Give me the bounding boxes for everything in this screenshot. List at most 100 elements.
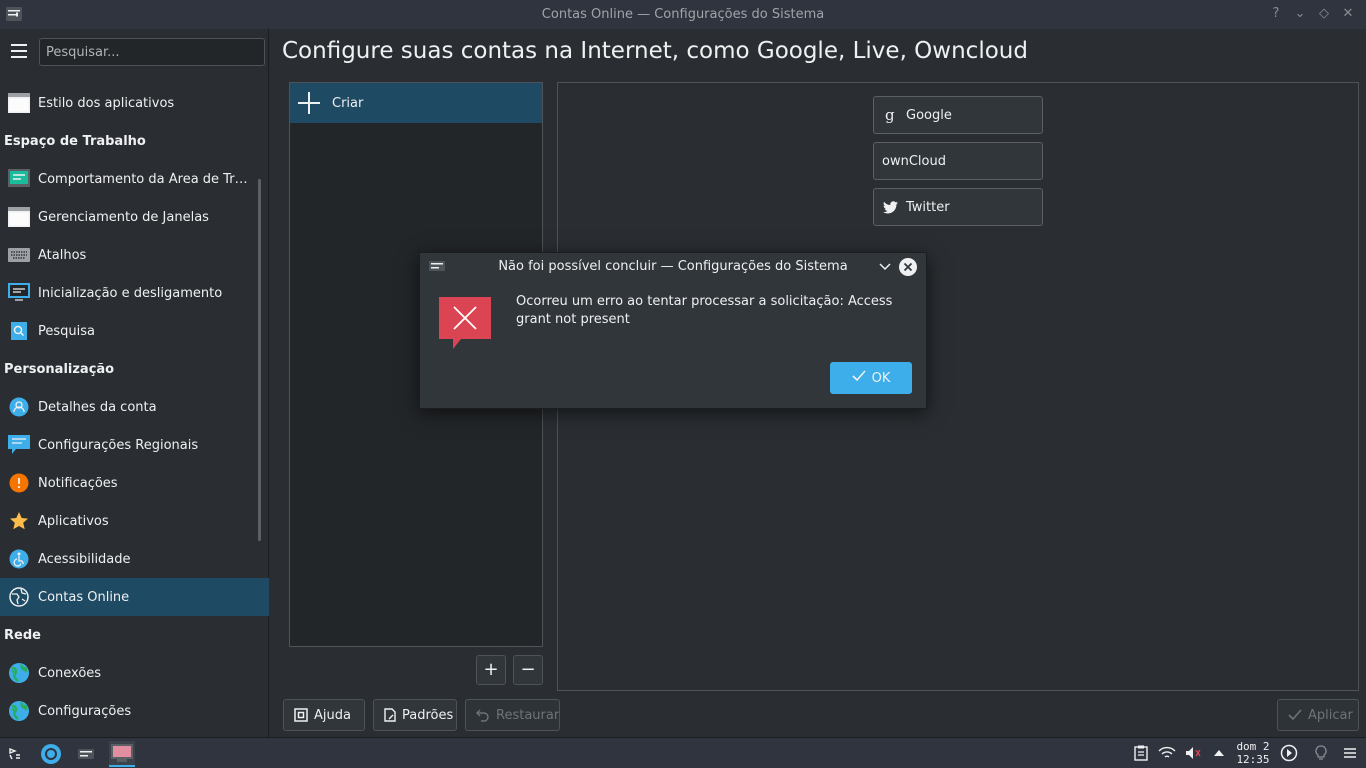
google-icon: g: [882, 107, 898, 123]
sidebar-item[interactable]: Atalhos: [0, 236, 269, 274]
sidebar-item-label: Estilo dos aplicativos: [38, 95, 175, 111]
sidebar-item-label: Inicialização e desligamento: [38, 285, 223, 301]
plus-icon: [298, 92, 320, 114]
sidebar-item-label: Gerenciamento de Janelas: [38, 209, 209, 225]
lightbulb-icon[interactable]: [1312, 744, 1330, 762]
search-input[interactable]: [39, 38, 265, 66]
sidebar-item[interactable]: Comportamento da Área de Trab...: [0, 160, 269, 198]
sidebar-item-label: Atalhos: [38, 247, 87, 263]
sidebar-item[interactable]: Pesquisa: [0, 312, 269, 350]
defaults-button[interactable]: Padrões: [373, 699, 457, 731]
provider-google-button[interactable]: g Google: [873, 96, 1043, 134]
sidebar-item[interactable]: Gerenciamento de Janelas: [0, 198, 269, 236]
sidebar-item[interactable]: Configurações: [0, 692, 269, 730]
taskbar: dom 2 12:35: [0, 737, 1366, 768]
help-icon[interactable]: ?: [1268, 5, 1284, 23]
window-titlebar: Contas Online — Configurações do Sistema…: [0, 0, 1366, 29]
window-icon: [8, 92, 30, 114]
add-account-button[interactable]: +: [476, 655, 506, 685]
sidebar-item[interactable]: Inicialização e desligamento: [0, 274, 269, 312]
dialog-title: Não foi possível concluir — Configuraçõe…: [498, 259, 848, 274]
window-title: Contas Online — Configurações do Sistema: [541, 7, 825, 22]
network-globe-icon: [8, 662, 30, 684]
search-icon: [8, 320, 30, 342]
volume-muted-icon[interactable]: [1184, 744, 1202, 762]
window-icon: [8, 206, 30, 228]
notification-icon: [8, 472, 30, 494]
monitor-icon: [8, 282, 30, 304]
sidebar-item[interactable]: Contas Online: [0, 578, 269, 616]
defaults-label: Padrões: [402, 707, 454, 723]
sidebar-item[interactable]: Conexões: [0, 654, 269, 692]
sidebar-item-label: Configurações: [38, 703, 132, 719]
clock-day: dom 2: [1236, 740, 1270, 753]
checkmark-icon: [852, 370, 866, 386]
app-launcher-icon[interactable]: [2, 741, 28, 767]
remove-account-button[interactable]: −: [513, 655, 543, 685]
ok-label: OK: [871, 370, 891, 386]
wifi-icon[interactable]: [1158, 744, 1176, 762]
minimize-icon[interactable]: ⌄: [1292, 5, 1308, 23]
sidebar-list: Estilo dos aplicativos Espaço de Trabalho…: [0, 84, 269, 730]
accessibility-icon: [8, 548, 30, 570]
sidebar-item-label: Contas Online: [38, 589, 130, 605]
system-settings-task-icon[interactable]: [109, 741, 135, 767]
help-button[interactable]: Ajuda: [283, 699, 365, 731]
sidebar-item-label: Aplicativos: [38, 513, 109, 529]
sidebar-item[interactable]: Acessibilidade: [0, 540, 269, 578]
sidebar-category: Personalização: [4, 361, 115, 377]
desktop-behavior-icon: [8, 168, 30, 190]
provider-twitter-button[interactable]: Twitter: [873, 188, 1043, 226]
sidebar-item-label: Comportamento da Área de Trab...: [38, 171, 253, 187]
create-account-item[interactable]: Criar: [290, 83, 542, 123]
maximize-icon[interactable]: ◇: [1316, 5, 1332, 23]
checkmark-icon: [1288, 708, 1302, 722]
settings-task-icon[interactable]: [73, 741, 99, 767]
provider-label: ownCloud: [882, 153, 946, 169]
twitter-icon: [882, 200, 898, 214]
error-icon: [439, 297, 491, 349]
timer-icon[interactable]: [1280, 744, 1298, 762]
sidebar-item-label: Acessibilidade: [38, 551, 131, 567]
undo-icon: [476, 708, 490, 722]
dialog-titlebar: Não foi possível concluir — Configuraçõe…: [420, 253, 926, 281]
sidebar-item[interactable]: Detalhes da conta: [0, 388, 269, 426]
clock-time: 12:35: [1236, 753, 1270, 766]
help-label: Ajuda: [314, 707, 351, 723]
sidebar-item[interactable]: Estilo dos aplicativos: [0, 84, 269, 122]
sidebar-item-label: Pesquisa: [38, 323, 95, 339]
reset-label: Restaurar: [496, 707, 560, 723]
clipboard-icon[interactable]: [1132, 744, 1150, 762]
apply-button[interactable]: Aplicar: [1277, 699, 1359, 731]
sidebar-item[interactable]: Configurações Regionais: [0, 426, 269, 464]
sidebar-category: Espaço de Trabalho: [4, 133, 146, 149]
close-window-icon[interactable]: ✕: [1340, 5, 1356, 23]
create-account-label: Criar: [332, 95, 364, 111]
sidebar-item[interactable]: Notificações: [0, 464, 269, 502]
error-dialog: Não foi possível concluir — Configuraçõe…: [419, 252, 927, 409]
close-dialog-icon[interactable]: [899, 258, 917, 276]
sidebar-item-label: Detalhes da conta: [38, 399, 157, 415]
reset-button[interactable]: Restaurar: [465, 699, 560, 731]
clock[interactable]: dom 2 12:35: [1235, 740, 1271, 766]
sidebar-scrollbar[interactable]: [258, 179, 261, 541]
provider-label: Twitter: [906, 199, 950, 215]
tray-expand-icon[interactable]: [1210, 744, 1228, 762]
user-icon: [8, 396, 30, 418]
sidebar-item-label: Notificações: [38, 475, 118, 491]
chevron-down-icon[interactable]: [878, 259, 892, 273]
globe-icon: [8, 586, 30, 608]
browser-icon[interactable]: [38, 741, 64, 767]
sidebar-category: Rede: [4, 627, 41, 643]
ok-button[interactable]: OK: [830, 362, 912, 394]
hamburger-menu-icon[interactable]: [11, 44, 27, 58]
keyboard-icon: [8, 244, 30, 266]
panel-menu-icon[interactable]: [1341, 744, 1359, 762]
dialog-message: Ocorreu um erro ao tentar processar a so…: [516, 294, 893, 327]
sidebar-item[interactable]: Aplicativos: [0, 502, 269, 540]
sidebar-item-label: Conexões: [38, 665, 102, 681]
apply-label: Aplicar: [1308, 707, 1353, 723]
sidebar: Estilo dos aplicativos Espaço de Trabalho…: [0, 29, 269, 737]
star-icon: [8, 510, 30, 532]
provider-owncloud-button[interactable]: ownCloud: [873, 142, 1043, 180]
